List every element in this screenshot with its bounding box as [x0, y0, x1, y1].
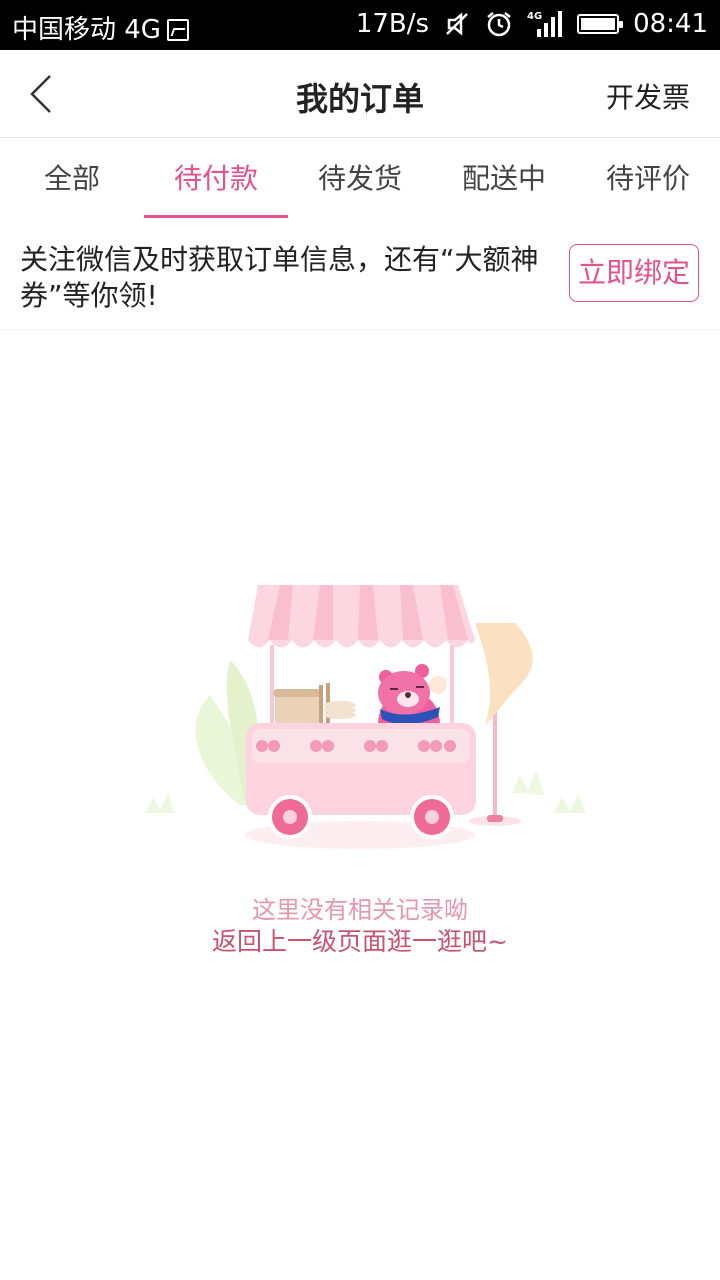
image-icon	[166, 19, 189, 41]
order-tabs: 全部 待付款 待发货 配送中 待评价	[0, 138, 720, 220]
status-bar: 中国移动 4G 17B/s 4G 08:41	[0, 0, 720, 50]
clock-time: 08:41	[633, 9, 708, 39]
alarm-icon	[487, 12, 511, 37]
status-left: 中国移动 4G	[12, 9, 189, 46]
food-cart-bear-illustration	[145, 585, 586, 849]
wechat-banner-text: 关注微信及时获取订单信息，还有“大额神券”等你领!	[20, 243, 539, 312]
svg-text:4G: 4G	[527, 11, 542, 22]
go-back-link[interactable]: 返回上一级页面逛一逛吧~	[0, 922, 720, 958]
nav-bar: 我的订单 开发票	[0, 50, 720, 138]
tab-pending-shipment[interactable]: 待发货	[288, 138, 432, 220]
network-speed: 17B/s	[355, 9, 430, 39]
tab-in-delivery[interactable]: 配送中	[432, 138, 576, 220]
mute-icon	[446, 12, 468, 36]
battery-icon	[577, 14, 624, 34]
tab-pending-review[interactable]: 待评价	[576, 138, 720, 220]
tab-pending-payment[interactable]: 待付款	[144, 138, 288, 220]
empty-message: 这里没有相关记录呦	[252, 896, 468, 924]
wechat-banner: 关注微信及时获取订单信息，还有“大额神券”等你领! 立即绑定	[0, 222, 720, 330]
carrier-label: 中国移动 4G	[12, 15, 161, 45]
status-right: 17B/s 4G 08:41	[356, 9, 708, 39]
invoice-button[interactable]: 开发票	[606, 76, 690, 116]
signal-4g-icon: 4G	[527, 11, 563, 37]
bind-now-button[interactable]: 立即绑定	[569, 244, 699, 302]
tab-all[interactable]: 全部	[0, 138, 144, 220]
